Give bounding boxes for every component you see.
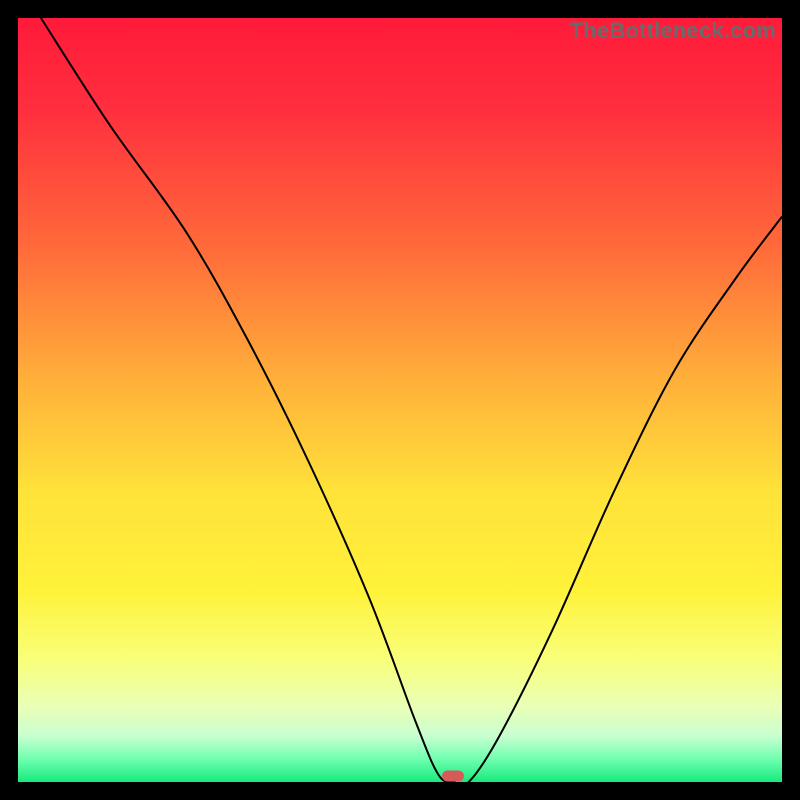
chart-frame: TheBottleneck.com: [0, 0, 800, 800]
chart-svg: [18, 18, 782, 782]
plot-area: TheBottleneck.com: [18, 18, 782, 782]
bottleneck-curve: [41, 18, 782, 782]
bottleneck-marker: [442, 771, 464, 782]
